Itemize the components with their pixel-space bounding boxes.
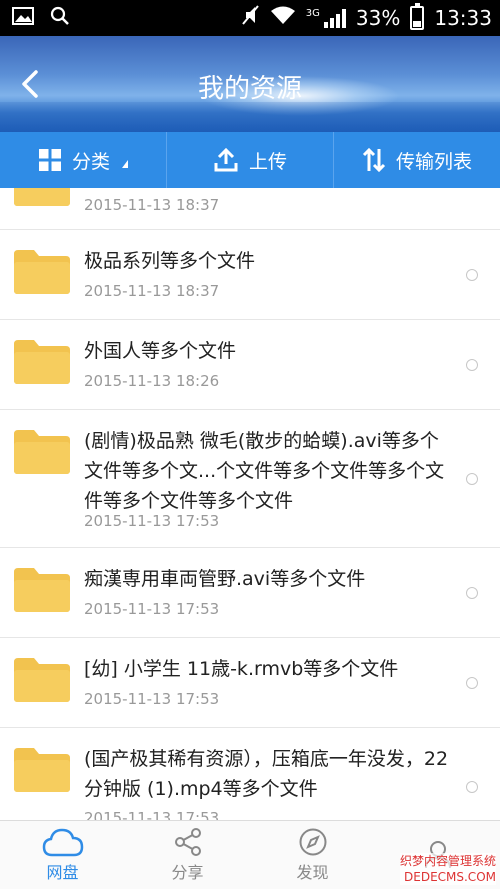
nav-item-share[interactable]: 分享 [125,821,250,889]
toolbar: 分类 上传 传输列表 [0,132,500,188]
folder-icon [14,748,70,792]
nav-item-cloud-disk[interactable]: 网盘 [0,821,125,889]
upload-icon [214,147,238,172]
file-date: 2015-11-13 17:53 [84,690,220,708]
nav-item-discover[interactable]: 发现 [250,821,375,889]
file-date: 2015-11-13 17:53 [84,512,220,530]
transfer-list-label: 传输列表 [395,150,472,173]
grid-icon [38,149,61,171]
gallery-icon [12,7,34,29]
nav-label-discover: 发现 [296,863,329,882]
bottom-nav: 网盘 分享 发现 织梦内容管理系统 DEDECMS.COM [0,820,500,889]
watermark: 织梦内容管理系统 DEDECMS.COM [399,853,496,885]
page-title: 我的资源 [197,74,302,104]
file-name: 痴漢専用車両管野.avi等多个文件 [84,568,366,590]
file-name: [幼] 小学生 11歳-k.rmvb等多个文件 [84,658,399,680]
transfer-arrows-icon [362,147,386,173]
list-item[interactable]: 极品系列等多个文件 2015-11-13 18:37 [0,230,500,320]
select-radio[interactable] [466,677,478,689]
folder-icon [14,568,70,612]
file-name: 外国人等多个文件 [84,340,237,362]
folder-icon [14,658,70,702]
dropdown-caret-icon [122,160,128,168]
file-date: 2015-11-13 17:53 [84,809,220,820]
file-list: 2015-11-13 18:37 极品系列等多个文件 2015-11-13 18… [0,188,500,820]
transfer-list-button[interactable]: 传输列表 [334,132,500,188]
upload-button[interactable]: 上传 [167,132,334,188]
select-radio[interactable] [466,781,478,793]
category-button[interactable]: 分类 [0,132,167,188]
file-name: (国产极其稀有资源），压箱底一年没发，22分钟版 (1).mp4等多个文件 [84,748,449,800]
upload-label: 上传 [248,150,287,173]
compass-icon [299,828,326,856]
list-item[interactable]: 外国人等多个文件 2015-11-13 18:26 [0,320,500,410]
file-name: 极品系列等多个文件 [84,250,256,272]
folder-icon [14,188,70,206]
list-item[interactable]: 2015-11-13 18:37 [0,188,500,230]
list-item[interactable]: 痴漢専用車両管野.avi等多个文件 2015-11-13 17:53 [0,548,500,638]
network-type: 3G [305,8,320,19]
category-label: 分类 [71,150,110,173]
battery-icon [410,2,425,30]
select-radio[interactable] [466,359,478,371]
status-bar: 3G 33% 13:33 [0,0,500,36]
select-radio[interactable] [466,587,478,599]
select-radio[interactable] [466,473,478,485]
mute-icon [240,4,260,31]
file-date: 2015-11-13 18:37 [84,196,220,214]
file-date: 2015-11-13 17:53 [84,600,220,618]
watermark-line1: 织梦内容管理系统 [399,854,496,868]
file-date: 2015-11-13 18:26 [84,372,220,390]
search-icon [50,6,70,30]
clock: 13:33 [434,5,492,30]
header-background-sea [0,102,500,132]
wifi-icon [270,5,296,30]
cloud-icon [42,828,83,857]
watermark-line2: DEDECMS.COM [404,870,496,884]
file-name: (剧情)极品熟 微毛(散步的蛤蟆).avi等多个文件等多个文...个文件等多个文… [84,430,445,512]
battery-percent: 33% [355,5,401,30]
select-radio[interactable] [466,269,478,281]
nav-label-cloud-disk: 网盘 [46,863,79,882]
folder-icon [14,340,70,384]
signal-icon [323,8,346,28]
folder-icon [14,250,70,294]
folder-icon [14,430,70,474]
list-item[interactable]: [幼] 小学生 11歳-k.rmvb等多个文件 2015-11-13 17:53 [0,638,500,728]
nav-label-share: 分享 [171,863,204,882]
list-item[interactable]: (剧情)极品熟 微毛(散步的蛤蟆).avi等多个文件等多个文...个文件等多个文… [0,410,500,548]
file-date: 2015-11-13 18:37 [84,282,220,300]
app-header: 我的资源 [0,36,500,132]
list-item[interactable]: (国产极其稀有资源），压箱底一年没发，22分钟版 (1).mp4等多个文件 20… [0,728,500,820]
share-icon [174,828,201,856]
